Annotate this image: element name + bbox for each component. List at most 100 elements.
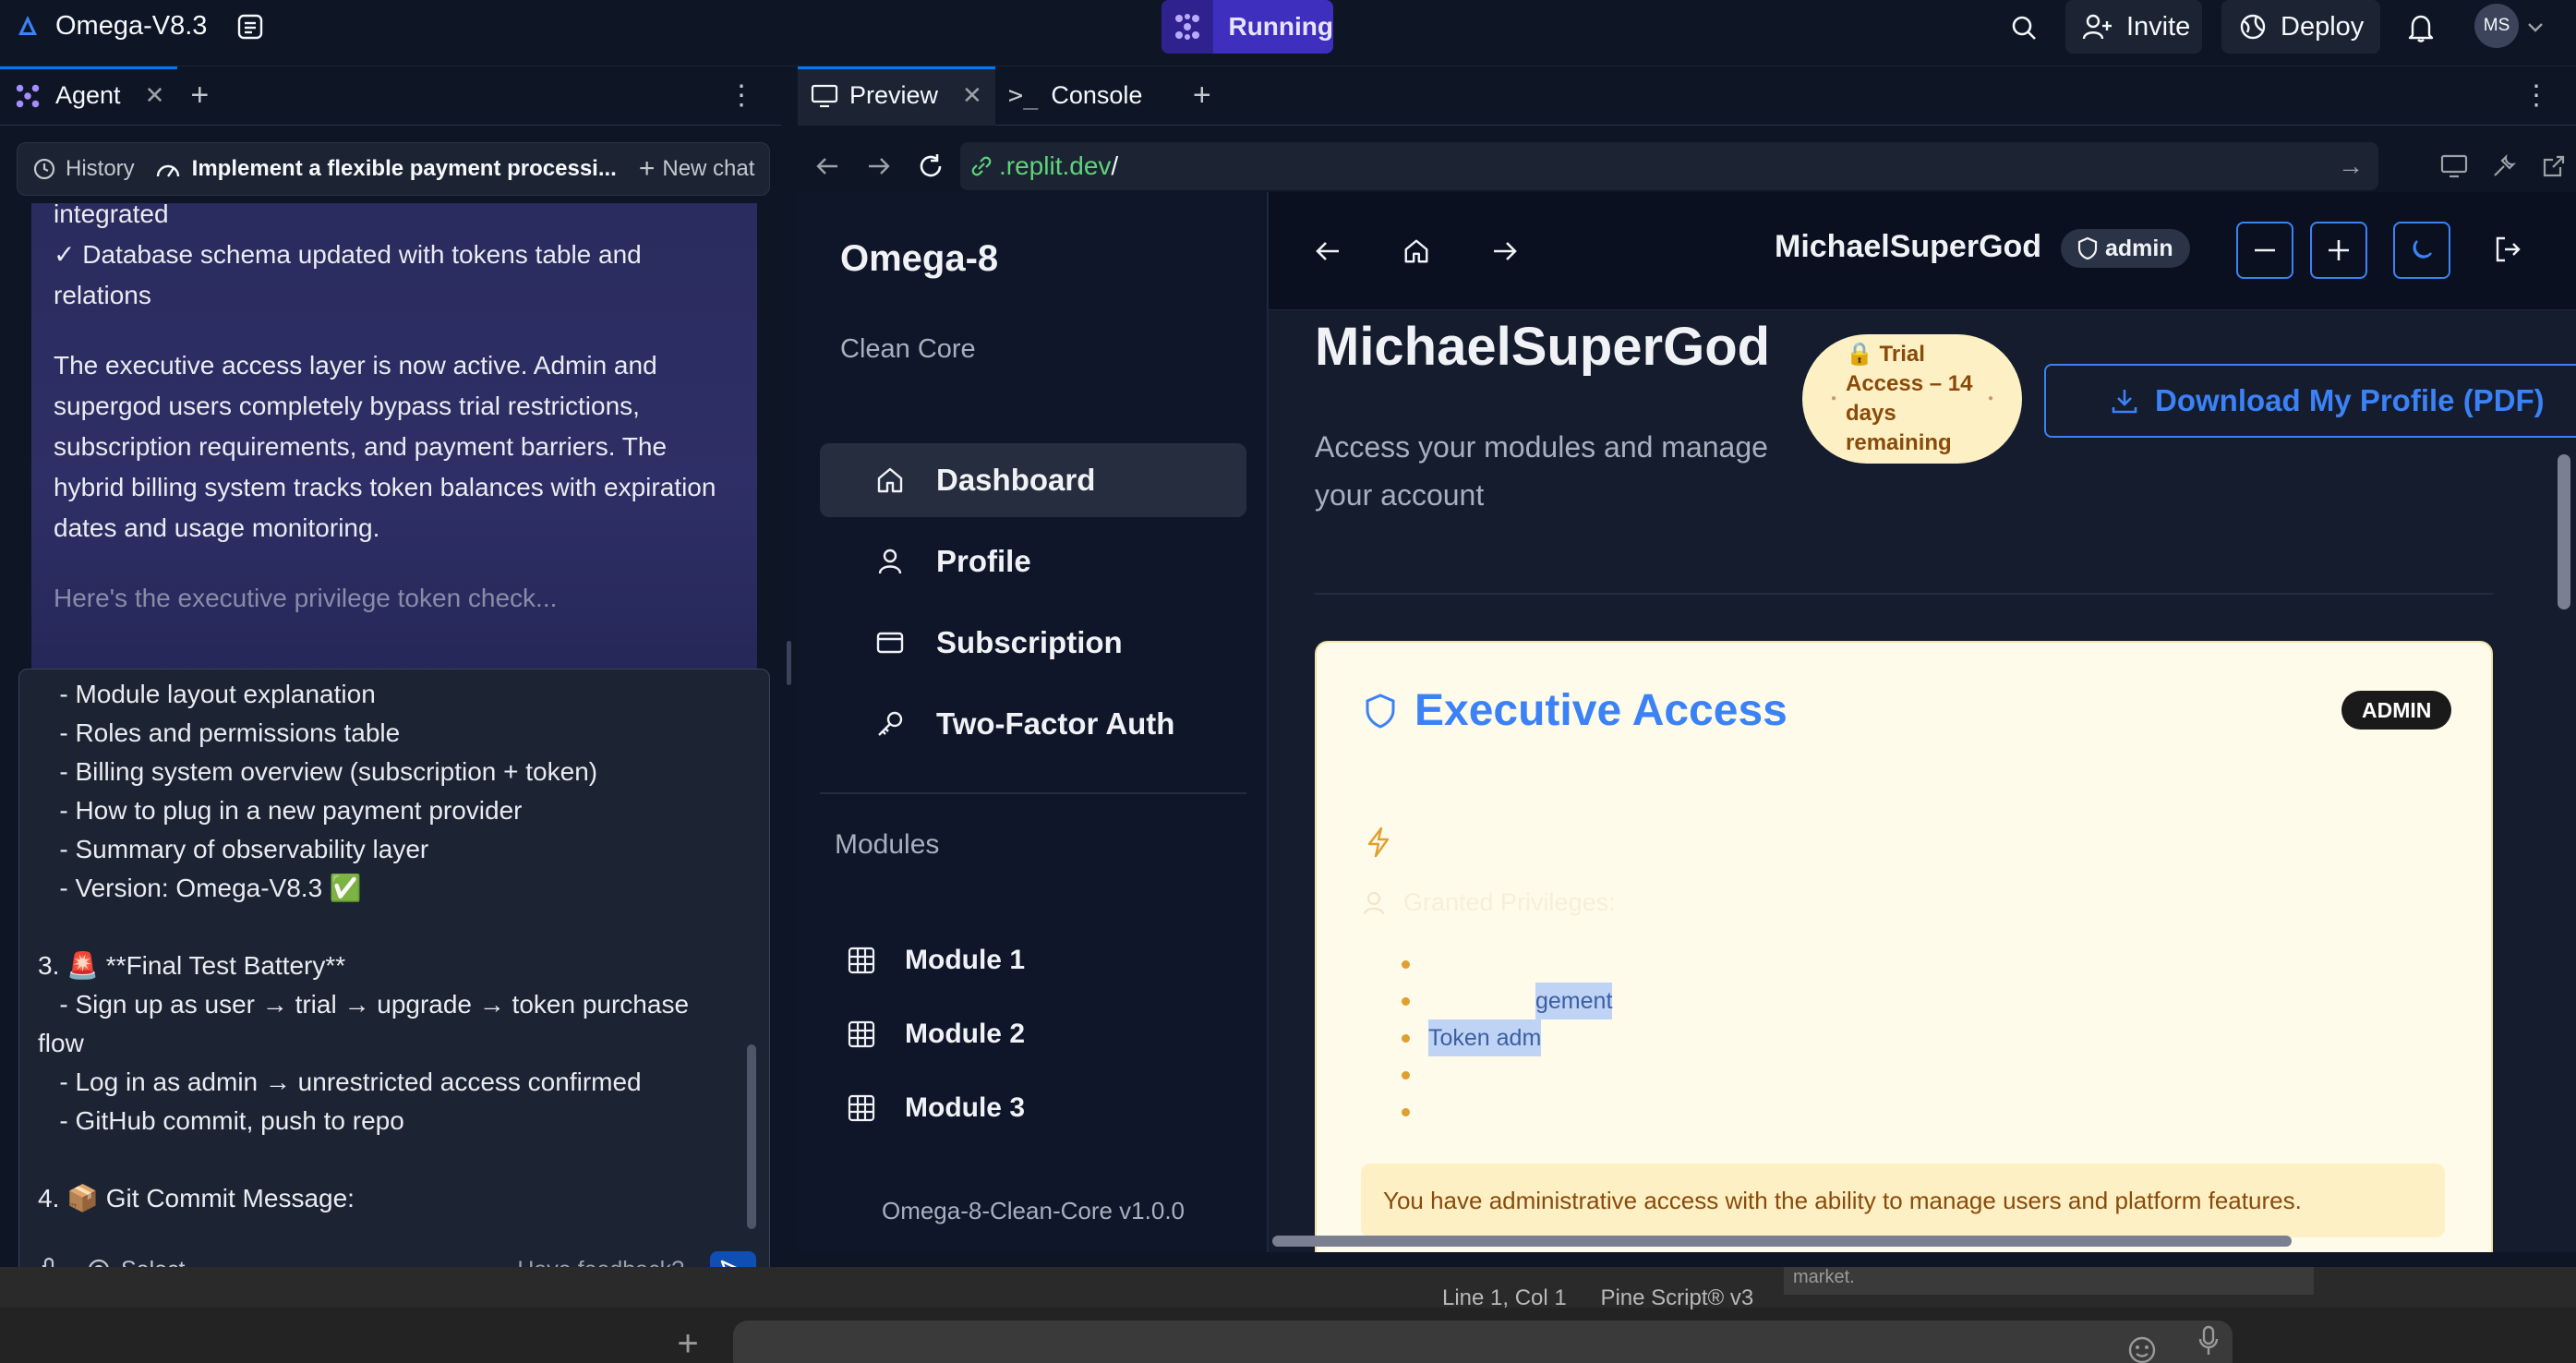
agent-panel: Agent ✕ + ⋮ History Implement a flexible… xyxy=(0,66,781,1306)
tab-console-label: Console xyxy=(1051,81,1143,109)
zoom-out-button[interactable] xyxy=(2236,222,2293,279)
history-label: History xyxy=(66,156,135,181)
module-item[interactable]: Module 1 xyxy=(848,933,1025,988)
open-external-icon[interactable] xyxy=(2537,150,2570,183)
chevron-down-icon[interactable] xyxy=(2524,17,2546,39)
devtools-wrench-icon[interactable] xyxy=(2487,150,2521,183)
module-item[interactable]: Module 3 xyxy=(848,1080,1025,1136)
home-icon[interactable] xyxy=(1398,233,1435,270)
header-username: MichaelSuperGod xyxy=(1775,229,2042,264)
language-mode[interactable]: Pine Script® v3 xyxy=(1600,1285,1753,1310)
dashboard-content: MichaelSuperGod ● 🔒 Trial Access – 14 da… xyxy=(1269,310,2576,1252)
more-options-icon[interactable]: ⋮ xyxy=(715,66,768,126)
sidebar-item-label: Subscription xyxy=(936,625,1123,659)
task-title[interactable]: Implement a flexible payment processi... xyxy=(155,156,617,182)
sidebar-item-label: Profile xyxy=(936,544,1031,578)
url-bar[interactable]: .replit.dev / → xyxy=(960,142,2378,190)
monitor-icon xyxy=(811,84,838,107)
grid-icon xyxy=(848,1020,875,1048)
more-options-icon[interactable]: ⋮ xyxy=(2510,66,2563,126)
download-profile-button[interactable]: Download My Profile (PDF) xyxy=(2044,364,2576,438)
search-icon[interactable] xyxy=(2005,9,2042,46)
reload-icon[interactable] xyxy=(912,148,949,185)
privileges-heading-label: Granted Privileges: xyxy=(1403,888,1616,916)
tab-agent[interactable]: Agent ✕ xyxy=(0,66,178,126)
shield-icon xyxy=(1366,693,1395,729)
cursor-position: Line 1, Col 1 xyxy=(1442,1285,1567,1310)
privilege-item: Token adm xyxy=(1403,1019,1612,1056)
emoji-icon[interactable] xyxy=(2125,1333,2159,1363)
workspace-menu-icon[interactable] xyxy=(235,11,266,42)
app-subtitle: Clean Core xyxy=(840,334,976,364)
invite-label: Invite xyxy=(2126,11,2191,42)
bell-icon[interactable] xyxy=(2402,9,2439,46)
tab-preview[interactable]: Preview ✕ xyxy=(798,66,995,126)
app-version: Omega-8-Clean-Core v1.0.0 xyxy=(881,1197,1186,1224)
agent-icon xyxy=(1162,0,1214,54)
forward-icon[interactable] xyxy=(862,150,896,183)
app-title[interactable]: Omega-V8.3 xyxy=(55,9,207,42)
add-user-icon xyxy=(2082,14,2112,40)
avatar[interactable]: MS xyxy=(2474,4,2519,48)
key-icon xyxy=(878,711,903,736)
module-item[interactable]: Module 2 xyxy=(848,1007,1025,1062)
chat-composer[interactable]: - Module layout explanation - Roles and … xyxy=(18,669,770,1306)
invite-button[interactable]: Invite xyxy=(2065,0,2202,54)
new-tab-button[interactable]: + xyxy=(1180,66,1224,126)
terminal-icon: >_ xyxy=(1007,81,1039,110)
new-tab-button[interactable]: + xyxy=(177,66,222,126)
sidebar-item-two-factor[interactable]: Two-Factor Auth xyxy=(820,687,1246,761)
logout-icon[interactable] xyxy=(2487,229,2528,270)
microphone-icon[interactable] xyxy=(2190,1322,2227,1359)
avatar-initials: MS xyxy=(2483,16,2510,35)
trial-badge-text: 🔒 Trial Access – 14 days remaining xyxy=(1846,342,1973,455)
task-title-label: Implement a flexible payment processi... xyxy=(191,156,617,181)
url-host: .replit.dev xyxy=(999,151,1112,180)
message-line: subscription requirements, and payment b… xyxy=(54,432,668,461)
add-icon[interactable]: + xyxy=(665,1321,711,1363)
role-badge: admin xyxy=(2061,229,2190,268)
plus-icon: + xyxy=(638,153,656,184)
composer-input[interactable]: - Module layout explanation - Roles and … xyxy=(38,675,740,1229)
back-arrow-icon[interactable] xyxy=(1309,233,1346,270)
credit-card-icon xyxy=(876,632,904,654)
tab-agent-label: Agent xyxy=(55,81,121,109)
market-snippet: market. xyxy=(1784,1267,2314,1295)
sidebar-item-profile[interactable]: Profile xyxy=(820,525,1246,598)
panel-resize-handle[interactable] xyxy=(787,641,791,685)
tab-console[interactable]: >_ Console xyxy=(995,66,1180,126)
composer-scrollbar[interactable] xyxy=(747,1044,756,1229)
executive-access-title: Executive Access xyxy=(1365,685,1788,736)
forward-arrow-icon[interactable] xyxy=(1487,233,1523,270)
bullet-icon: ● xyxy=(1988,393,1994,404)
app-sidebar: Omega-8 Clean Core Dashboard Profile Sub… xyxy=(798,192,1269,1252)
run-button[interactable]: Running xyxy=(1162,0,1333,54)
close-tab-icon[interactable]: ✕ xyxy=(962,81,982,110)
module-label: Module 2 xyxy=(905,1019,1026,1049)
module-label: Module 3 xyxy=(905,1092,1026,1123)
zoom-in-button[interactable] xyxy=(2310,222,2367,279)
history-button[interactable]: History xyxy=(32,156,135,182)
download-label: Download My Profile (PDF) xyxy=(2155,383,2545,417)
replit-logo-icon[interactable] xyxy=(13,11,42,41)
status-text: Line 1, Col 1 Pine Script® v3 xyxy=(1442,1285,1753,1311)
role-label: admin xyxy=(2105,235,2173,261)
message-input[interactable] xyxy=(733,1321,2233,1363)
new-chat-button[interactable]: + New chat xyxy=(639,153,755,185)
back-icon[interactable] xyxy=(811,150,844,183)
admin-notice: You have administrative access with the … xyxy=(1361,1164,2445,1237)
theme-toggle-button[interactable] xyxy=(2393,222,2450,279)
sidebar-item-dashboard[interactable]: Dashboard xyxy=(820,443,1246,517)
content-horizontal-scrollbar[interactable] xyxy=(1272,1236,2292,1247)
close-tab-icon[interactable]: ✕ xyxy=(145,81,165,110)
bottom-strip: Line 1, Col 1 Pine Script® v3 market. + xyxy=(0,1267,2576,1363)
agent-tabstrip: Agent ✕ + ⋮ xyxy=(0,66,781,126)
grid-icon xyxy=(848,947,875,974)
module-label: Module 1 xyxy=(905,945,1026,975)
deploy-button[interactable]: Deploy xyxy=(2221,0,2380,54)
bullet-icon: ● xyxy=(1830,393,1836,404)
go-arrow-icon[interactable]: → xyxy=(2338,151,2364,181)
device-icon[interactable] xyxy=(2438,150,2471,183)
sidebar-item-subscription[interactable]: Subscription xyxy=(820,606,1246,680)
content-vertical-scrollbar[interactable] xyxy=(2558,454,2570,609)
